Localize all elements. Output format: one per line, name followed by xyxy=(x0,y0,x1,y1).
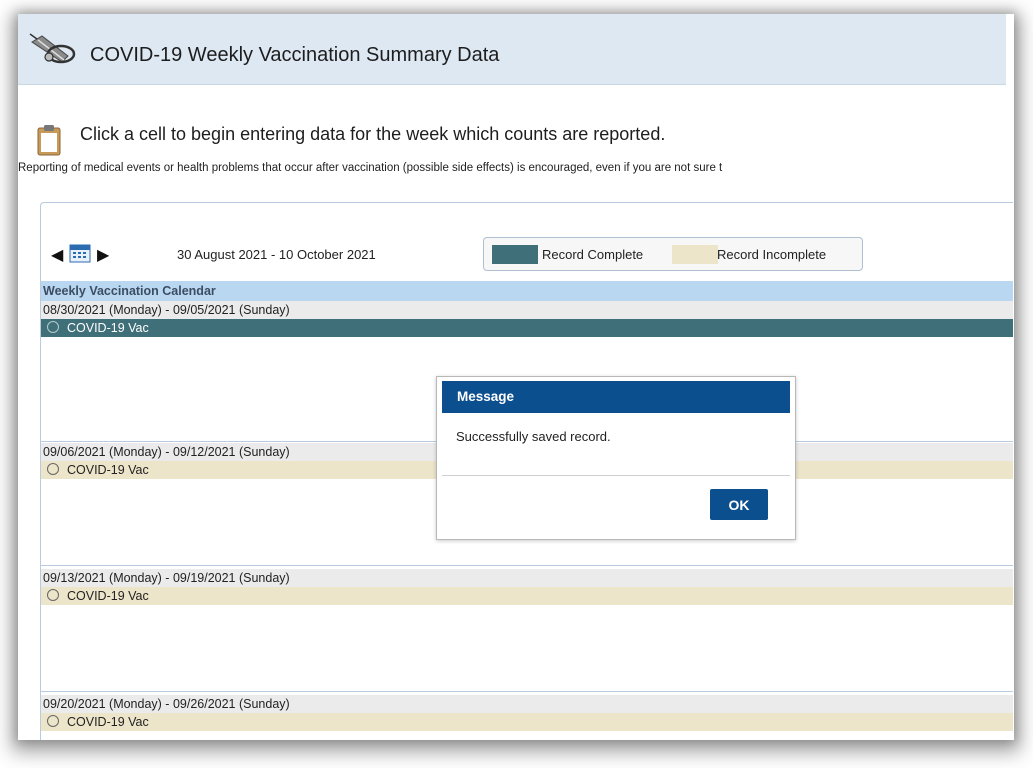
week-range: 09/20/2021 (Monday) - 09/26/2021 (Sunday… xyxy=(41,695,1013,713)
week-range: 08/30/2021 (Monday) - 09/05/2021 (Sunday… xyxy=(41,301,1013,319)
ok-button[interactable]: OK xyxy=(710,489,768,520)
date-range: 30 August 2021 - 10 October 2021 xyxy=(177,247,376,262)
vaccine-cell[interactable]: COVID-19 Vac xyxy=(41,587,1013,605)
legend-complete-swatch xyxy=(492,245,538,264)
page-title: COVID-19 Weekly Vaccination Summary Data xyxy=(90,44,500,66)
syringe-stethoscope-icon xyxy=(29,33,76,64)
vaccine-cell[interactable]: COVID-19 Vac xyxy=(41,713,1013,731)
check-circle-icon xyxy=(47,715,59,727)
dialog-divider xyxy=(442,475,790,476)
calendar-heading: Weekly Vaccination Calendar xyxy=(41,281,1013,301)
legend-incomplete-label: Record Incomplete xyxy=(717,247,827,262)
legend: Record Complete Record Incomplete xyxy=(483,237,863,271)
dialog-title: Message xyxy=(442,381,790,413)
vaccine-cell[interactable]: COVID-19 Vac xyxy=(41,319,1013,337)
vaccine-label: COVID-19 Vac xyxy=(67,715,149,729)
calendar-icon[interactable] xyxy=(69,243,91,263)
prev-arrow-icon[interactable]: ◀ xyxy=(51,245,63,265)
week-range: 09/13/2021 (Monday) - 09/19/2021 (Sunday… xyxy=(41,569,1013,587)
message-dialog: Message Successfully saved record. OK xyxy=(436,376,796,540)
legend-complete-label: Record Complete xyxy=(542,247,644,262)
dialog-message: Successfully saved record. xyxy=(456,429,611,444)
clipboard-icon xyxy=(37,125,61,156)
instruction-text: Click a cell to begin entering data for … xyxy=(80,124,666,144)
vaccine-label: COVID-19 Vac xyxy=(67,589,149,603)
page-header: COVID-19 Weekly Vaccination Summary Data xyxy=(18,14,1006,85)
side-effects-note: Reporting of medical events or health pr… xyxy=(18,162,723,174)
check-circle-icon xyxy=(47,463,59,475)
vaccine-label: COVID-19 Vac xyxy=(67,321,149,335)
week-block: 09/20/2021 (Monday) - 09/26/2021 (Sunday… xyxy=(41,695,1013,740)
app-window: COVID-19 Weekly Vaccination Summary Data… xyxy=(18,14,1014,740)
week-block: 09/13/2021 (Monday) - 09/19/2021 (Sunday… xyxy=(41,569,1013,692)
next-arrow-icon[interactable]: ▶ xyxy=(97,245,109,265)
check-circle-icon xyxy=(47,321,59,333)
check-circle-icon xyxy=(47,589,59,601)
vaccine-label: COVID-19 Vac xyxy=(67,463,149,477)
legend-incomplete-swatch xyxy=(672,245,718,264)
